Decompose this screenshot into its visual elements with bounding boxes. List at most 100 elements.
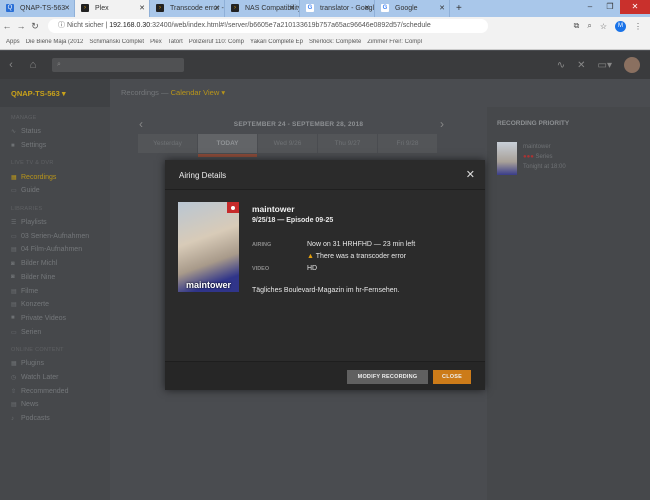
priority-time: Tonight at 18:00 xyxy=(523,164,566,170)
bookmark[interactable]: Sherlock: Complete xyxy=(309,39,361,45)
url-host: 192.168.0.30 xyxy=(109,22,151,29)
search-input[interactable]: ⌕ xyxy=(52,58,184,72)
sidebar-item[interactable]: ♪ Podcasts xyxy=(0,412,110,426)
bookmark[interactable]: Die Biene Maja (2012 xyxy=(26,39,84,45)
zoom-icon[interactable]: ⌕ xyxy=(587,21,591,31)
tab-close-icon[interactable]: ✕ xyxy=(64,4,70,12)
news-icon: ▤ xyxy=(11,402,17,409)
sidebar-item[interactable]: ▤ Konzerte xyxy=(0,298,110,312)
tab-close-icon[interactable]: ✕ xyxy=(289,4,295,12)
sidebar-item[interactable]: ▭ Guide xyxy=(0,184,110,198)
browser-tab[interactable]: › Plex ✕ xyxy=(75,0,150,17)
sidebar-item[interactable]: ▦ Plugins xyxy=(0,357,110,371)
tab-close-icon[interactable]: ✕ xyxy=(439,4,445,12)
sidebar-section-title: Manage xyxy=(11,115,37,121)
star-icon[interactable]: ☆ xyxy=(600,22,607,31)
bookmark[interactable]: Plex xyxy=(150,39,162,45)
day-tab[interactable]: Wed 9/26 xyxy=(258,134,317,153)
back-icon[interactable]: ‹ xyxy=(0,59,22,71)
bookmark[interactable]: Tatort xyxy=(168,39,183,45)
breadcrumb-section[interactable]: Recordings — xyxy=(121,88,169,97)
browser-tab[interactable]: Q QNAP-TS-563 ✕ xyxy=(0,0,75,17)
sidebar-item-label: Watch Later xyxy=(21,373,59,381)
day-tab[interactable]: Yesterday xyxy=(138,134,197,153)
sidebar-item[interactable]: ▭ Serien xyxy=(0,325,110,339)
google-icon: G xyxy=(381,4,389,12)
bookmark[interactable]: Yakari Complete Ep xyxy=(250,39,303,45)
video-label: VIDEO xyxy=(252,266,270,272)
camera-icon: ◙ xyxy=(11,274,15,281)
sidebar-item[interactable]: ☰ Playlists xyxy=(0,216,110,230)
next-week-icon[interactable]: › xyxy=(440,117,444,131)
grid-icon: ▦ xyxy=(11,361,17,368)
menu-icon[interactable]: ⋮ xyxy=(634,22,642,31)
sidebar-item-label: 04 Film-Aufnahmen xyxy=(21,246,83,254)
sidebar-item-label: Status xyxy=(21,128,41,136)
user-avatar[interactable] xyxy=(624,57,640,73)
mic-icon: ♪ xyxy=(11,415,14,422)
translate-icon[interactable]: ⧉ xyxy=(574,21,580,31)
reload-icon[interactable]: ↻ xyxy=(28,21,42,32)
view-selector[interactable]: Calendar View ▾ xyxy=(171,88,226,97)
browser-tab[interactable]: G Google ✕ xyxy=(375,0,450,17)
bookmark[interactable]: Apps xyxy=(6,39,20,45)
film-icon: ▤ xyxy=(11,302,17,309)
browser-tab-strip: QQNAP-TS-563✕›Plex✕›Transcode error - Pl… xyxy=(0,0,650,17)
close-button[interactable]: CLOSE xyxy=(433,370,471,384)
tools-icon[interactable]: ✕ xyxy=(577,60,585,71)
sidebar-item[interactable]: ◷ Watch Later xyxy=(0,371,110,385)
sidebar-item[interactable]: ▤ 04 Film-Aufnahmen xyxy=(0,243,110,257)
playlist-icon: ☰ xyxy=(11,220,17,227)
sidebar-item[interactable]: ∿ Status xyxy=(0,125,110,139)
sidebar-item[interactable]: ▭ 03 Serien-Aufnahmen xyxy=(0,229,110,243)
tab-close-icon[interactable]: ✕ xyxy=(364,4,370,12)
server-selector[interactable]: QNAP-TS-563 ▾ xyxy=(0,79,110,107)
sidebar-item[interactable]: ⇧ Recommended xyxy=(0,384,110,398)
sidebar-item[interactable]: ▤ News xyxy=(0,398,110,412)
window-close-button[interactable]: ✕ xyxy=(620,0,650,14)
bookmark[interactable]: Zimmer Frei!: Compl xyxy=(367,39,422,45)
day-tab[interactable]: Fri 9/28 xyxy=(378,134,437,153)
sidebar: QNAP-TS-563 ▾ Manage ∿ Status ■ Settings Live… xyxy=(0,79,110,500)
forward-icon[interactable]: → xyxy=(14,21,28,31)
back-icon[interactable]: ← xyxy=(0,21,14,31)
tv-icon: ▭ xyxy=(11,188,17,195)
day-tab[interactable]: Thu 9/27 xyxy=(318,134,377,153)
day-tab[interactable]: TODAY xyxy=(198,134,257,153)
close-icon[interactable]: ✕ xyxy=(466,168,475,181)
sidebar-section-title: Live TV & DVR xyxy=(11,160,54,167)
tab-close-icon[interactable]: ✕ xyxy=(139,4,145,12)
minimize-button[interactable]: – xyxy=(580,0,600,14)
cast-icon[interactable]: ▭▾ xyxy=(598,60,612,71)
sidebar-item-label: Settings xyxy=(21,142,47,150)
day-tabs: Yesterday TODAY Wed 9/26 Thu 9/27 Fri 9/28 xyxy=(138,134,437,153)
sidebar-item[interactable]: ▤ Filme xyxy=(0,284,110,298)
settings-icon: ■ xyxy=(11,142,15,149)
film-icon: ▤ xyxy=(11,288,17,295)
sidebar-section-title: Libraries xyxy=(11,205,43,212)
sidebar-item[interactable]: ■ Settings xyxy=(0,139,110,153)
sidebar-item[interactable]: ■ Private Videos xyxy=(0,312,110,326)
browser-tab[interactable]: Gtranslator - Google-S✕ xyxy=(300,0,375,17)
activity-icon: ∿ xyxy=(11,129,17,136)
browser-tab[interactable]: ›Transcode error - Ple✕ xyxy=(150,0,225,17)
record-icon xyxy=(227,202,239,213)
bookmark[interactable]: Schimanski Complet xyxy=(89,39,144,45)
maximize-button[interactable]: ❐ xyxy=(600,0,620,14)
modify-recording-button[interactable]: MODIFY RECORDING xyxy=(347,370,428,384)
activity-icon[interactable]: ∿ xyxy=(557,60,565,71)
priority-item[interactable]: maintower ●●● Series Tonight at 18:00 xyxy=(497,142,566,175)
url-input[interactable]: ⓘ Nicht sicher | 192.168.0.30:32400/web/… xyxy=(48,19,488,33)
sidebar-item[interactable]: ◙ Bilder Nine xyxy=(0,271,110,285)
priority-title: maintower xyxy=(523,144,551,150)
browser-tab[interactable]: ›NAS Compatibility Li✕ xyxy=(225,0,300,17)
bookmark[interactable]: Polizeiruf 110: Comp xyxy=(189,39,244,45)
video-icon: ■ xyxy=(11,315,15,322)
profile-avatar[interactable]: M xyxy=(615,20,626,32)
sidebar-item[interactable]: ▦ Recordings xyxy=(0,170,110,184)
qnap-icon: Q xyxy=(6,4,14,12)
new-tab-button[interactable]: + xyxy=(450,0,468,17)
home-icon[interactable]: ⌂ xyxy=(22,59,44,71)
tab-close-icon[interactable]: ✕ xyxy=(214,4,220,12)
sidebar-item[interactable]: ◙ Bilder Michl xyxy=(0,257,110,271)
